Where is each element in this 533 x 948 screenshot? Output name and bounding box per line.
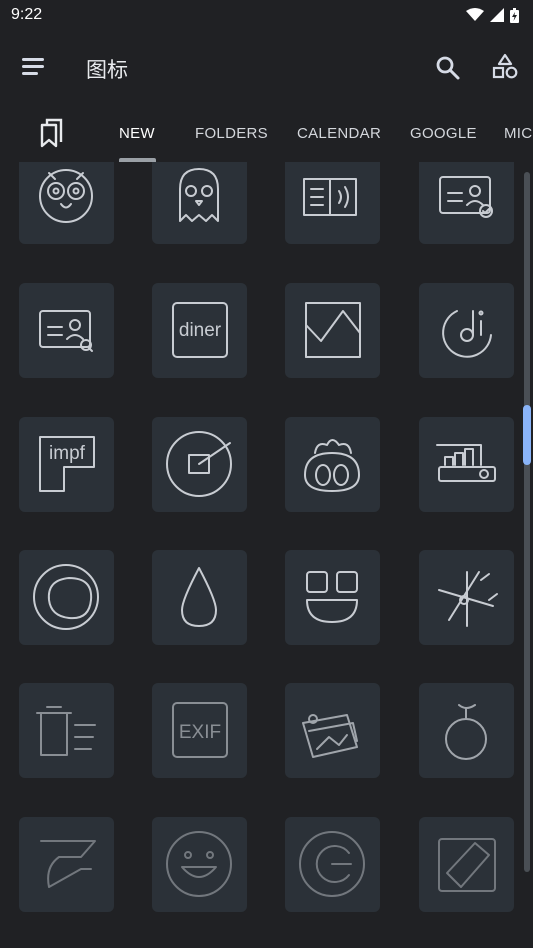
icon-tile[interactable] bbox=[419, 550, 514, 645]
icon-tile[interactable] bbox=[152, 417, 247, 512]
icon-tile[interactable] bbox=[285, 550, 380, 645]
projector-icon bbox=[436, 444, 496, 482]
icon-tile[interactable] bbox=[419, 817, 514, 912]
icon-grid: diner impf EXIF bbox=[0, 162, 533, 948]
icon-tile[interactable] bbox=[285, 283, 380, 378]
tab-bookmarks-icon[interactable] bbox=[38, 118, 66, 148]
exif-icon: EXIF bbox=[172, 702, 228, 758]
status-time: 9:22 bbox=[11, 6, 43, 23]
icon-tile[interactable] bbox=[19, 550, 114, 645]
frame-icon bbox=[305, 302, 361, 358]
sushi-icon bbox=[304, 439, 360, 492]
icon-tile[interactable] bbox=[285, 817, 380, 912]
icon-tile[interactable] bbox=[419, 283, 514, 378]
tab-google[interactable]: GOOGLE bbox=[410, 125, 477, 142]
scrollbar-thumb[interactable] bbox=[523, 405, 531, 465]
status-icons bbox=[466, 7, 519, 23]
tab-new[interactable]: NEW bbox=[119, 125, 155, 142]
g-logo-icon bbox=[299, 831, 365, 897]
wifi-icon bbox=[466, 8, 484, 21]
audiobook-icon bbox=[303, 178, 357, 216]
icon-tile[interactable] bbox=[419, 417, 514, 512]
icon-tile[interactable] bbox=[152, 817, 247, 912]
signal-icon bbox=[490, 8, 504, 22]
exif-text: EXIF bbox=[179, 722, 221, 743]
scrollbar-track[interactable] bbox=[524, 172, 530, 872]
impf-icon: impf bbox=[39, 436, 95, 492]
camera-target-icon bbox=[166, 431, 232, 497]
impf-text: impf bbox=[49, 443, 86, 464]
dji-icon bbox=[442, 310, 492, 358]
smile-icon bbox=[166, 831, 232, 897]
tab-calendar[interactable]: CALENDAR bbox=[297, 125, 381, 142]
icon-tile[interactable] bbox=[419, 683, 514, 778]
ghost-icon bbox=[179, 168, 219, 222]
diner-icon: diner bbox=[172, 302, 228, 358]
status-bar: 9:22 bbox=[0, 0, 533, 30]
icon-tile[interactable] bbox=[285, 683, 380, 778]
icon-tile[interactable]: EXIF bbox=[152, 683, 247, 778]
menu-icon[interactable] bbox=[20, 56, 46, 78]
icon-tile[interactable] bbox=[19, 683, 114, 778]
verified-id-card-icon bbox=[439, 176, 493, 218]
tab-bar: NEW FOLDERS CALENDAR GOOGLE MIC bbox=[0, 106, 533, 162]
icon-tile[interactable] bbox=[285, 417, 380, 512]
shapes-icon[interactable] bbox=[490, 52, 520, 82]
blocks-icon bbox=[306, 571, 358, 623]
owl-face-icon bbox=[39, 169, 93, 223]
battery-icon bbox=[510, 7, 519, 23]
blob-icon bbox=[33, 564, 99, 630]
photo-map-icon bbox=[302, 714, 358, 758]
icon-tile[interactable] bbox=[419, 162, 514, 244]
id-card-search-icon bbox=[39, 310, 93, 352]
tab-folders[interactable]: FOLDERS bbox=[195, 125, 268, 142]
icon-tile[interactable] bbox=[285, 162, 380, 244]
icon-tile[interactable] bbox=[19, 817, 114, 912]
icon-tile[interactable] bbox=[152, 550, 247, 645]
icon-tile[interactable] bbox=[152, 162, 247, 244]
apple-icon bbox=[445, 704, 487, 760]
icon-tile[interactable] bbox=[19, 162, 114, 244]
docs-badge-icon bbox=[438, 838, 496, 892]
search-icon[interactable] bbox=[434, 54, 462, 82]
trash-list-icon bbox=[36, 706, 96, 756]
page-title: 图标 bbox=[86, 59, 128, 82]
drop-icon bbox=[181, 567, 217, 627]
app-bar: 图标 bbox=[0, 30, 533, 106]
icon-tile[interactable]: diner bbox=[152, 283, 247, 378]
swipe-logo-icon bbox=[40, 840, 96, 888]
molecule-icon bbox=[438, 571, 498, 627]
icon-tile[interactable]: impf bbox=[19, 417, 114, 512]
diner-text: diner bbox=[179, 320, 222, 341]
tab-mic[interactable]: MIC bbox=[504, 125, 532, 142]
icon-tile[interactable] bbox=[19, 283, 114, 378]
